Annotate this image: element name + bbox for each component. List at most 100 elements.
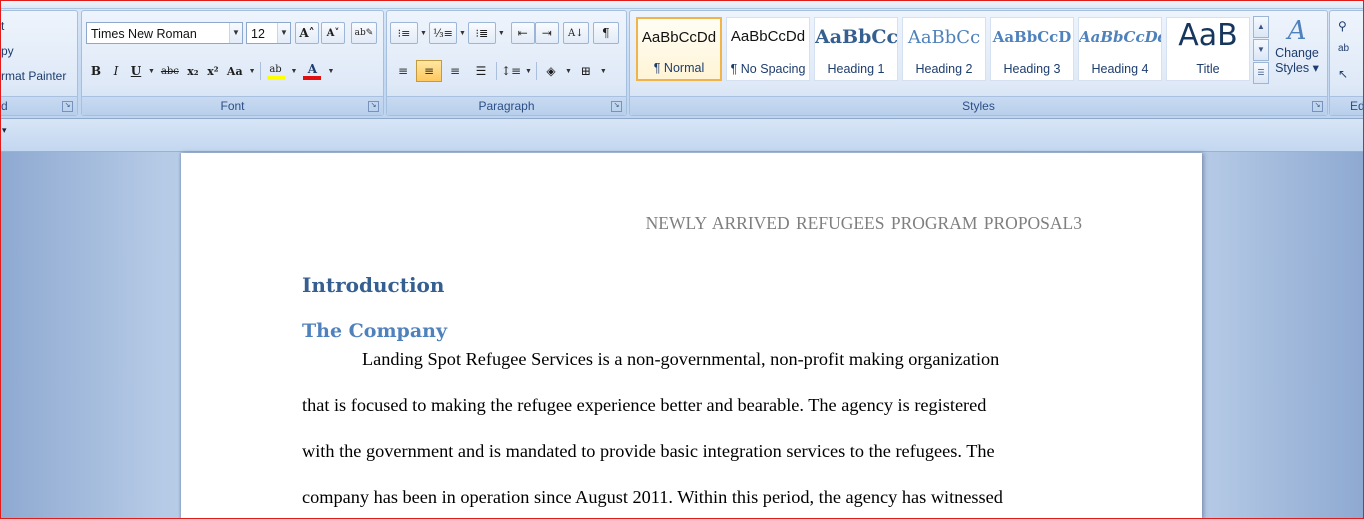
- body-line: Landing Spot Refugee Services is a non-g…: [362, 349, 1000, 369]
- borders-button[interactable]: ⊞: [574, 60, 598, 82]
- clear-formatting-icon: ab✎: [354, 28, 374, 38]
- page-header: NEWLY ARRIVED REFUGEES PROGRAM PROPOSAL3: [645, 213, 1082, 233]
- font-color-dropdown-icon[interactable]: ▼: [325, 68, 336, 75]
- decrease-indent-button[interactable]: ⇤: [510, 22, 535, 44]
- styles-gallery: AaBbCcDd ¶ Normal AaBbCcDd ¶ No Spacing …: [634, 17, 1250, 83]
- heading-the-company: The Company: [302, 320, 448, 342]
- style-name: Heading 3: [1003, 62, 1061, 76]
- find-icon[interactable]: ⚲: [1338, 19, 1347, 33]
- styles-gallery-scroll: ▲ ▼ ☰: [1253, 16, 1269, 84]
- highlight-button[interactable]: ab: [263, 60, 289, 82]
- font-size-combo[interactable]: 12 ▼: [246, 22, 291, 44]
- styles-dialog-launcher-icon[interactable]: ↘: [1312, 101, 1323, 112]
- style-sample: AaB: [1178, 18, 1238, 53]
- style-heading-1[interactable]: AaBbCc Heading 1: [814, 17, 898, 81]
- font-name-value: Times New Roman: [91, 27, 197, 41]
- gallery-scroll-up-icon[interactable]: ▲: [1253, 16, 1269, 38]
- font-size-value: 12: [251, 27, 265, 41]
- grow-font-button[interactable]: A˄: [295, 22, 319, 44]
- font-name-combo[interactable]: Times New Roman ▼: [86, 22, 243, 44]
- bold-button[interactable]: B: [86, 60, 106, 82]
- justify-button[interactable]: ☰: [468, 60, 494, 82]
- align-left-icon: ≡: [397, 64, 409, 78]
- ribbon: t py rmat Painter d ↘ Times New Roman ▼ …: [0, 0, 1364, 119]
- line-spacing-icon: ↕≡: [500, 64, 522, 78]
- multilevel-dropdown-icon[interactable]: ▼: [496, 30, 507, 37]
- separator: [535, 62, 537, 80]
- style-no-spacing[interactable]: AaBbCcDd ¶ No Spacing: [726, 17, 810, 81]
- clipboard-dialog-launcher-icon[interactable]: ↘: [62, 101, 73, 112]
- style-sample: AaBbCcDd: [641, 29, 717, 46]
- underline-button[interactable]: U: [126, 60, 146, 82]
- strikethrough-button[interactable]: abc: [157, 60, 183, 82]
- font-group: Times New Roman ▼ 12 ▼ A˄ A˅ ab✎ B I U ▼…: [81, 10, 384, 116]
- bullets-button[interactable]: ⁝≡: [390, 22, 418, 44]
- italic-button[interactable]: I: [106, 60, 126, 82]
- numbering-button[interactable]: ⅓≡: [428, 22, 457, 44]
- gallery-more-icon[interactable]: ☰: [1253, 62, 1269, 84]
- clear-formatting-button[interactable]: ab✎: [351, 22, 377, 44]
- font-group-label: Font: [82, 96, 383, 115]
- align-left-button[interactable]: ≡: [390, 60, 416, 82]
- shading-button[interactable]: ◈: [539, 60, 563, 82]
- format-painter-button[interactable]: rmat Painter: [1, 69, 66, 83]
- paragraph-group: ⁝≡ ▼ ⅓≡ ▼ ⁝≣ ▼ ⇤ ⇥ A↓ ¶ ≡ ≡ ≡ ☰ ↕≡ ▼ ◈ ▼…: [386, 10, 627, 116]
- chevron-down-icon[interactable]: ▼: [229, 23, 242, 43]
- style-heading-2[interactable]: AaBbCc Heading 2: [902, 17, 986, 81]
- align-right-button[interactable]: ≡: [442, 60, 468, 82]
- change-case-button[interactable]: Aa: [223, 60, 247, 82]
- style-heading-4[interactable]: AaBbCcDd Heading 4: [1078, 17, 1162, 81]
- change-styles-icon: A: [1287, 16, 1307, 46]
- bullets-dropdown-icon[interactable]: ▼: [418, 30, 429, 37]
- font-color-button[interactable]: A: [299, 60, 325, 82]
- superscript-button[interactable]: x²: [203, 60, 223, 82]
- underline-dropdown-icon[interactable]: ▼: [146, 68, 157, 75]
- body-line: with the government and is mandated to p…: [302, 441, 995, 461]
- line-spacing-dropdown-icon[interactable]: ▼: [523, 68, 534, 75]
- replace-icon[interactable]: ab: [1338, 43, 1349, 54]
- editing-group: ⚲ ab ↖ Ed: [1329, 10, 1364, 116]
- change-case-dropdown-icon[interactable]: ▼: [247, 68, 258, 75]
- font-dialog-launcher-icon[interactable]: ↘: [368, 101, 379, 112]
- numbering-dropdown-icon[interactable]: ▼: [457, 30, 468, 37]
- sort-button[interactable]: A↓: [562, 22, 589, 44]
- body-line: company has been in operation since Augu…: [302, 487, 1003, 507]
- editing-group-label: Ed: [1330, 96, 1364, 115]
- style-sample: AaBbCc: [815, 26, 898, 48]
- ribbon-top-strip: [0, 0, 1364, 9]
- change-styles-button[interactable]: A Change Styles ▾: [1272, 16, 1322, 92]
- styles-group-label: Styles: [630, 96, 1327, 115]
- style-name: Heading 2: [915, 62, 973, 76]
- shrink-font-button[interactable]: A˅: [321, 22, 345, 44]
- borders-dropdown-icon[interactable]: ▼: [598, 68, 609, 75]
- ruler-toggle-icon[interactable]: ▾: [2, 125, 7, 136]
- multilevel-list-icon: ⁝≣: [475, 26, 489, 40]
- style-name: ¶ No Spacing: [730, 62, 806, 76]
- font-size-buttons: A˄ A˅ ab✎: [295, 21, 377, 45]
- multilevel-list-button[interactable]: ⁝≣: [467, 22, 496, 44]
- paragraph-dialog-launcher-icon[interactable]: ↘: [611, 101, 622, 112]
- chevron-down-icon[interactable]: ▼: [277, 23, 290, 43]
- highlight-dropdown-icon[interactable]: ▼: [289, 68, 300, 75]
- copy-button[interactable]: py: [1, 44, 14, 58]
- show-marks-button[interactable]: ¶: [592, 22, 619, 44]
- heading-introduction: Introduction: [302, 273, 445, 297]
- cut-button[interactable]: t: [1, 19, 4, 33]
- style-sample: AaBbCcD: [992, 28, 1072, 46]
- clipboard-group: t py rmat Painter d ↘: [0, 10, 78, 116]
- separator: [496, 62, 497, 80]
- align-center-button[interactable]: ≡: [416, 60, 442, 82]
- style-title[interactable]: AaB Title: [1166, 17, 1250, 81]
- line-spacing-button[interactable]: ↕≡: [499, 60, 523, 82]
- document-page[interactable]: NEWLY ARRIVED REFUGEES PROGRAM PROPOSAL3…: [181, 153, 1202, 519]
- select-icon[interactable]: ↖: [1338, 67, 1348, 81]
- increase-indent-button[interactable]: ⇥: [534, 22, 559, 44]
- sort-icon: A↓: [568, 27, 584, 39]
- subscript-button[interactable]: x₂: [183, 60, 203, 82]
- style-sample: AaBbCc: [907, 27, 981, 48]
- gallery-scroll-down-icon[interactable]: ▼: [1253, 39, 1269, 61]
- shading-dropdown-icon[interactable]: ▼: [563, 68, 574, 75]
- style-heading-3[interactable]: AaBbCcD Heading 3: [990, 17, 1074, 81]
- style-name: Title: [1196, 62, 1220, 76]
- style-normal[interactable]: AaBbCcDd ¶ Normal: [636, 17, 722, 81]
